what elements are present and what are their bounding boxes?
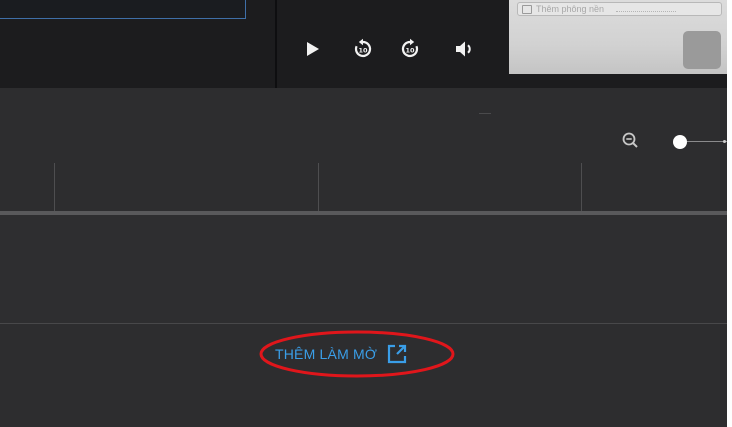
text-field-edge[interactable] — [0, 0, 246, 19]
rewind-10-badge: 10 — [358, 46, 368, 54]
editor-panel: 10 10 Thêm phông nền THÊM LÀM MỜ — [0, 0, 727, 427]
preview-toolbar-text: Thêm phông nền — [536, 4, 605, 14]
add-blur-label: THÊM LÀM MỜ — [275, 346, 378, 362]
volume-button[interactable] — [452, 36, 478, 62]
preview-dots — [616, 7, 677, 12]
rewind-10-button[interactable]: 10 — [350, 36, 376, 62]
zoom-slider-track[interactable] — [680, 141, 727, 142]
separator-dash — [479, 113, 491, 114]
zoom-slider-end — [723, 140, 726, 143]
forward-10-button[interactable]: 10 — [397, 36, 423, 62]
timeline-tick — [581, 163, 582, 212]
forward-10-icon: 10 — [401, 38, 419, 58]
panel-divider — [275, 0, 277, 88]
zoom-out-icon — [622, 132, 638, 148]
section-divider — [0, 323, 727, 324]
play-icon — [307, 42, 319, 56]
play-button[interactable] — [300, 36, 326, 62]
preview-toolbar: Thêm phông nền — [517, 2, 722, 16]
add-blur-button[interactable]: THÊM LÀM MỜ — [275, 343, 408, 365]
timeline-tick — [54, 163, 55, 212]
rewind-10-icon: 10 — [354, 38, 372, 58]
volume-icon — [456, 41, 471, 57]
forward-10-badge: 10 — [405, 46, 415, 54]
preview-thumbnail[interactable] — [683, 31, 721, 69]
image-icon — [522, 4, 532, 14]
player-bar: 10 10 Thêm phông nền — [0, 0, 727, 88]
zoom-slider-knob[interactable] — [673, 135, 687, 149]
background-preview: Thêm phông nền — [509, 0, 727, 74]
window-edge — [727, 0, 732, 427]
open-external-icon — [387, 344, 407, 364]
zoom-out-button[interactable] — [620, 130, 642, 152]
timeline-tick — [318, 163, 319, 212]
timeline-track[interactable] — [0, 215, 727, 323]
